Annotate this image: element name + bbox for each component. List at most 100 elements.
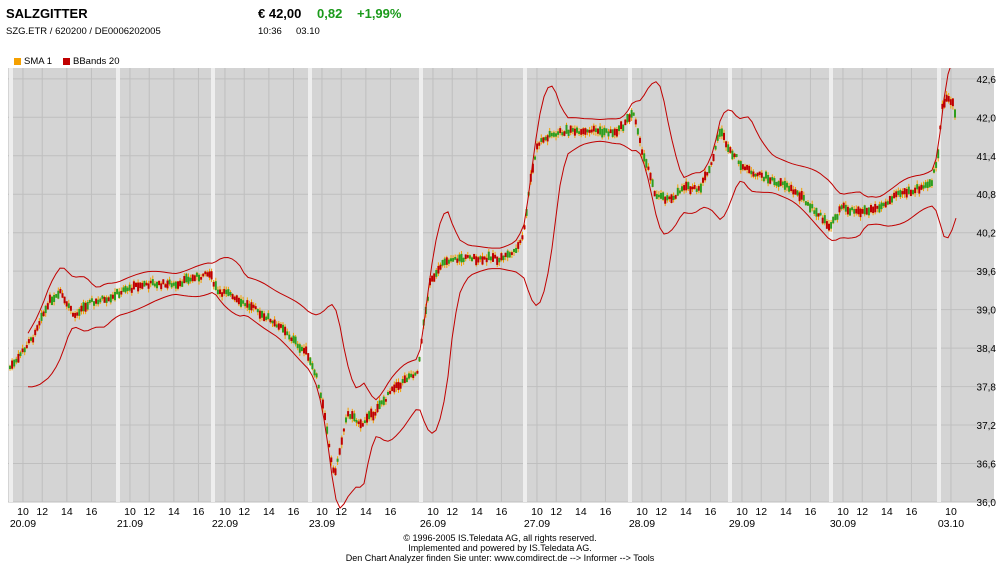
legend-label-sma: SMA 1	[24, 56, 52, 67]
candle-body	[460, 253, 463, 263]
candle-body	[393, 384, 396, 393]
candle-body	[338, 448, 341, 455]
candle-body	[42, 311, 45, 317]
candle-body	[674, 195, 677, 199]
candle-body	[141, 282, 144, 289]
candle-body	[263, 313, 266, 322]
candle-body	[884, 201, 887, 208]
candle-body	[216, 289, 219, 295]
candle-body	[571, 128, 574, 132]
candle-body	[181, 281, 184, 287]
candle-body	[412, 374, 415, 379]
candle-body	[494, 254, 497, 259]
candle-body	[853, 209, 856, 214]
candle-body	[13, 359, 16, 367]
candle-body	[666, 195, 669, 201]
candle-body	[601, 129, 604, 138]
candle-body	[147, 283, 150, 289]
candle-body	[618, 125, 620, 132]
candle-body	[466, 255, 469, 258]
candle-body	[758, 171, 761, 176]
candle-body	[861, 209, 864, 214]
candle-body	[874, 203, 877, 213]
x-hour-label: 14	[168, 506, 180, 518]
candle-body	[107, 297, 110, 302]
candle-body	[704, 171, 707, 181]
y-tick-label: 38,4	[977, 344, 997, 355]
candle-body	[342, 428, 345, 432]
candle-body	[185, 273, 188, 283]
candle-body	[174, 281, 177, 289]
x-hour-label: 16	[705, 506, 717, 518]
candle-body	[599, 126, 602, 135]
candle-body	[387, 391, 389, 395]
candle-body	[557, 131, 560, 135]
candle-body	[882, 203, 885, 207]
candle-body	[353, 413, 356, 422]
candle-body	[897, 190, 900, 196]
candle-body	[739, 161, 742, 171]
candle-body	[355, 419, 358, 423]
candle-body	[477, 257, 480, 263]
x-hour-label: 16	[385, 506, 397, 518]
candle-body	[786, 182, 788, 188]
candle-body	[170, 283, 173, 288]
candle-body	[781, 181, 784, 186]
x-hour-label: 14	[881, 506, 893, 518]
candle-body	[227, 289, 230, 297]
candle-body	[305, 346, 308, 355]
candle-body	[538, 142, 541, 146]
x-hour-label: 12	[856, 506, 868, 518]
candle-body	[933, 169, 935, 173]
candle-body	[823, 215, 826, 224]
x-hour-label: 16	[496, 506, 508, 518]
candle-body	[95, 298, 98, 304]
candle-body	[214, 281, 217, 290]
candle-body	[870, 204, 872, 213]
candle-body	[473, 253, 476, 260]
candle-body	[99, 298, 102, 303]
candle-body	[767, 174, 770, 184]
candle-body	[403, 375, 406, 383]
candle-body	[74, 312, 77, 318]
candle-body	[225, 289, 228, 295]
candle-body	[59, 288, 62, 294]
x-date-label: 27.09	[524, 518, 550, 530]
candle-body	[258, 310, 261, 319]
candle-body	[802, 195, 805, 201]
candle-body	[172, 282, 175, 286]
candle-body	[790, 184, 793, 192]
candle-body	[65, 301, 68, 307]
candle-body	[195, 272, 198, 277]
x-date-label: 26.09	[420, 518, 446, 530]
candle-body	[23, 347, 26, 353]
candle-body	[676, 187, 679, 196]
x-hour-label: 12	[36, 506, 48, 518]
candle-body	[487, 251, 490, 261]
candle-body	[284, 326, 287, 336]
y-tick-label: 40,2	[977, 229, 997, 240]
candle-body	[565, 124, 568, 134]
candle-body	[311, 363, 314, 370]
x-hour-label: 10	[17, 506, 29, 518]
x-hour-label: 10	[219, 506, 231, 518]
candle-body	[783, 180, 786, 190]
candle-body	[628, 114, 631, 122]
candle-body	[613, 128, 616, 136]
candle-body	[69, 305, 72, 311]
candle-body	[779, 178, 782, 186]
candle-body	[632, 112, 635, 116]
candle-body	[886, 201, 889, 205]
candle-body	[951, 98, 954, 107]
candle-body	[842, 202, 845, 209]
x-hour-label: 10	[636, 506, 648, 518]
candle-body	[137, 282, 140, 292]
x-hour-label: 12	[238, 506, 250, 518]
candle-body	[376, 403, 379, 413]
candle-body	[237, 297, 240, 305]
candle-body	[433, 273, 436, 282]
x-hour-label: 12	[655, 506, 667, 518]
candle-body	[891, 196, 893, 203]
candle-body	[380, 400, 383, 405]
candle-body	[288, 334, 291, 340]
